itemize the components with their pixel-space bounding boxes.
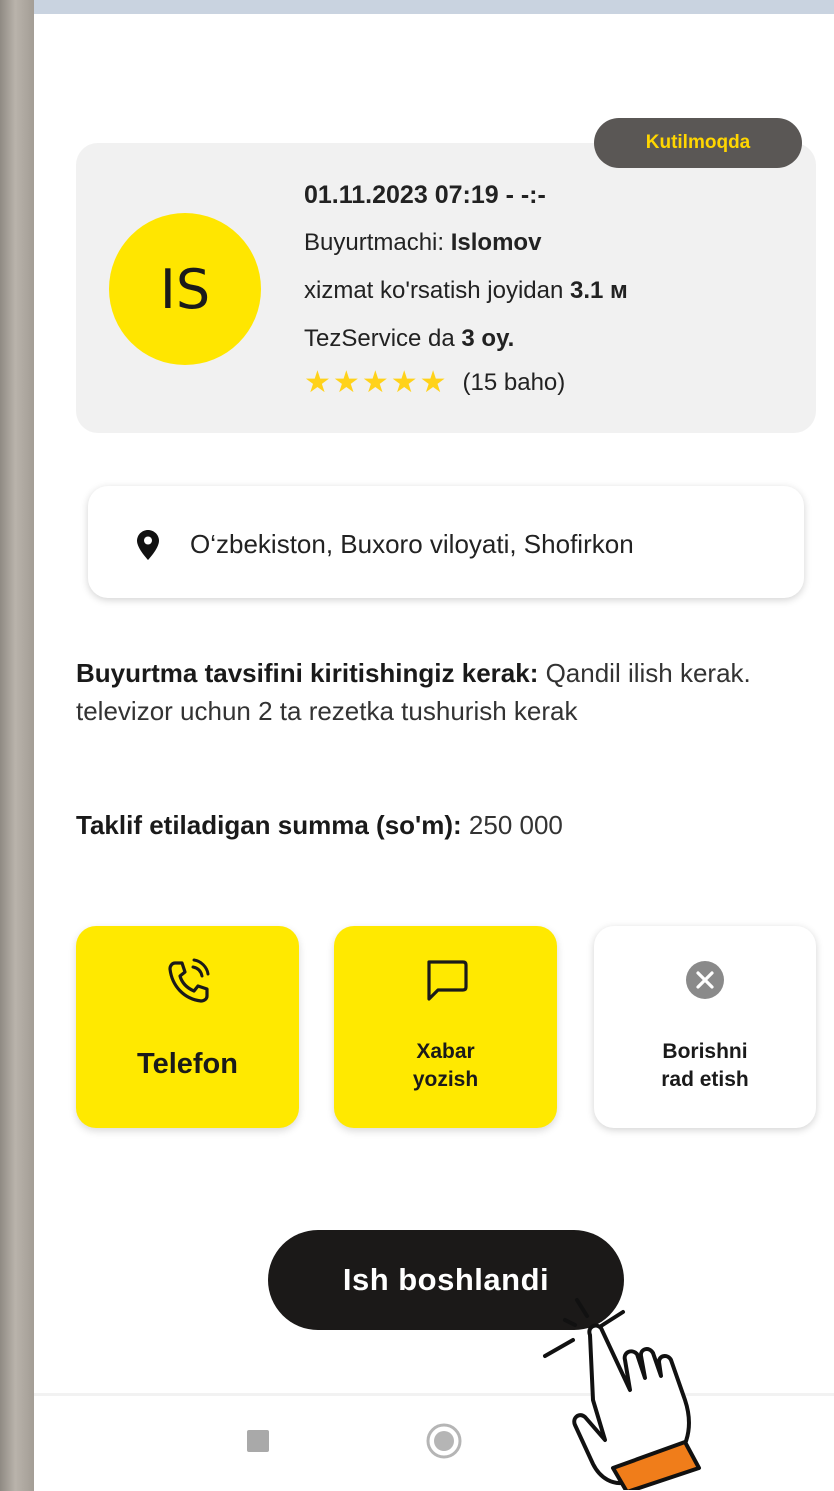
offer-amount: Taklif etiladigan summa (so'm): 250 000: [76, 810, 563, 841]
order-description: Buyurtma tavsifini kiritishingiz kerak: …: [76, 654, 816, 730]
tenure-label: TezService da: [304, 325, 462, 352]
star-icon: ★: [361, 366, 389, 399]
chat-icon: [426, 960, 468, 1001]
reject-label-line1: Borishni: [662, 1040, 748, 1063]
distance-value: 3.1 м: [570, 277, 628, 304]
close-icon: [686, 961, 724, 999]
message-label-line1: Xabar: [416, 1040, 475, 1063]
rating-count: (15 baho): [462, 369, 566, 396]
rating: ★ ★ ★ ★ ★ (15 baho): [304, 366, 565, 400]
phone-button[interactable]: Telefon: [76, 926, 299, 1128]
star-icon: ★: [332, 366, 360, 399]
star-icon: ★: [304, 366, 331, 399]
reject-button[interactable]: Borishni rad etish: [594, 926, 816, 1128]
location-address: O‘zbekiston, Buxoro viloyati, Shofirkon: [190, 529, 634, 559]
home-icon[interactable]: [425, 1422, 463, 1460]
avatar: IS: [109, 213, 261, 365]
distance-info: xizmat ko'rsatish joyidan 3.1 м: [304, 277, 628, 305]
status-badge: Kutilmoqda: [594, 118, 802, 168]
offer-label: Taklif etiladigan summa (so'm):: [76, 810, 462, 840]
status-bar: [34, 0, 834, 14]
recent-apps-icon[interactable]: [247, 1430, 269, 1452]
client-info: Buyurtmachi: Islomov: [304, 229, 541, 257]
map-pin-icon: [137, 530, 159, 560]
reject-label: Borishni rad etish: [594, 1038, 816, 1094]
client-name: Islomov: [450, 229, 542, 256]
star-icon: ★: [419, 366, 447, 399]
message-label: Xabar yozish: [334, 1038, 557, 1094]
tap-hand-icon: [543, 1298, 701, 1490]
description-label: Buyurtma tavsifini kiritishingiz kerak:: [76, 658, 539, 688]
device-frame-edge: [0, 0, 34, 1491]
reject-label-line2: rad etish: [661, 1068, 749, 1091]
client-label: Buyurtmachi:: [304, 229, 451, 256]
tenure-info: TezService da 3 oy.: [304, 325, 514, 353]
order-datetime: 01.11.2023 07:19 - -:-: [304, 181, 546, 209]
tenure-value: 3 oy.: [461, 325, 515, 352]
phone-label: Telefon: [137, 1048, 238, 1080]
message-label-line2: yozish: [412, 1068, 479, 1091]
message-button[interactable]: Xabar yozish: [334, 926, 557, 1128]
star-icon: ★: [390, 366, 418, 399]
offer-value: 250 000: [461, 810, 563, 840]
phone-icon: [167, 958, 209, 1003]
distance-label: xizmat ko'rsatish joyidan: [304, 277, 571, 304]
